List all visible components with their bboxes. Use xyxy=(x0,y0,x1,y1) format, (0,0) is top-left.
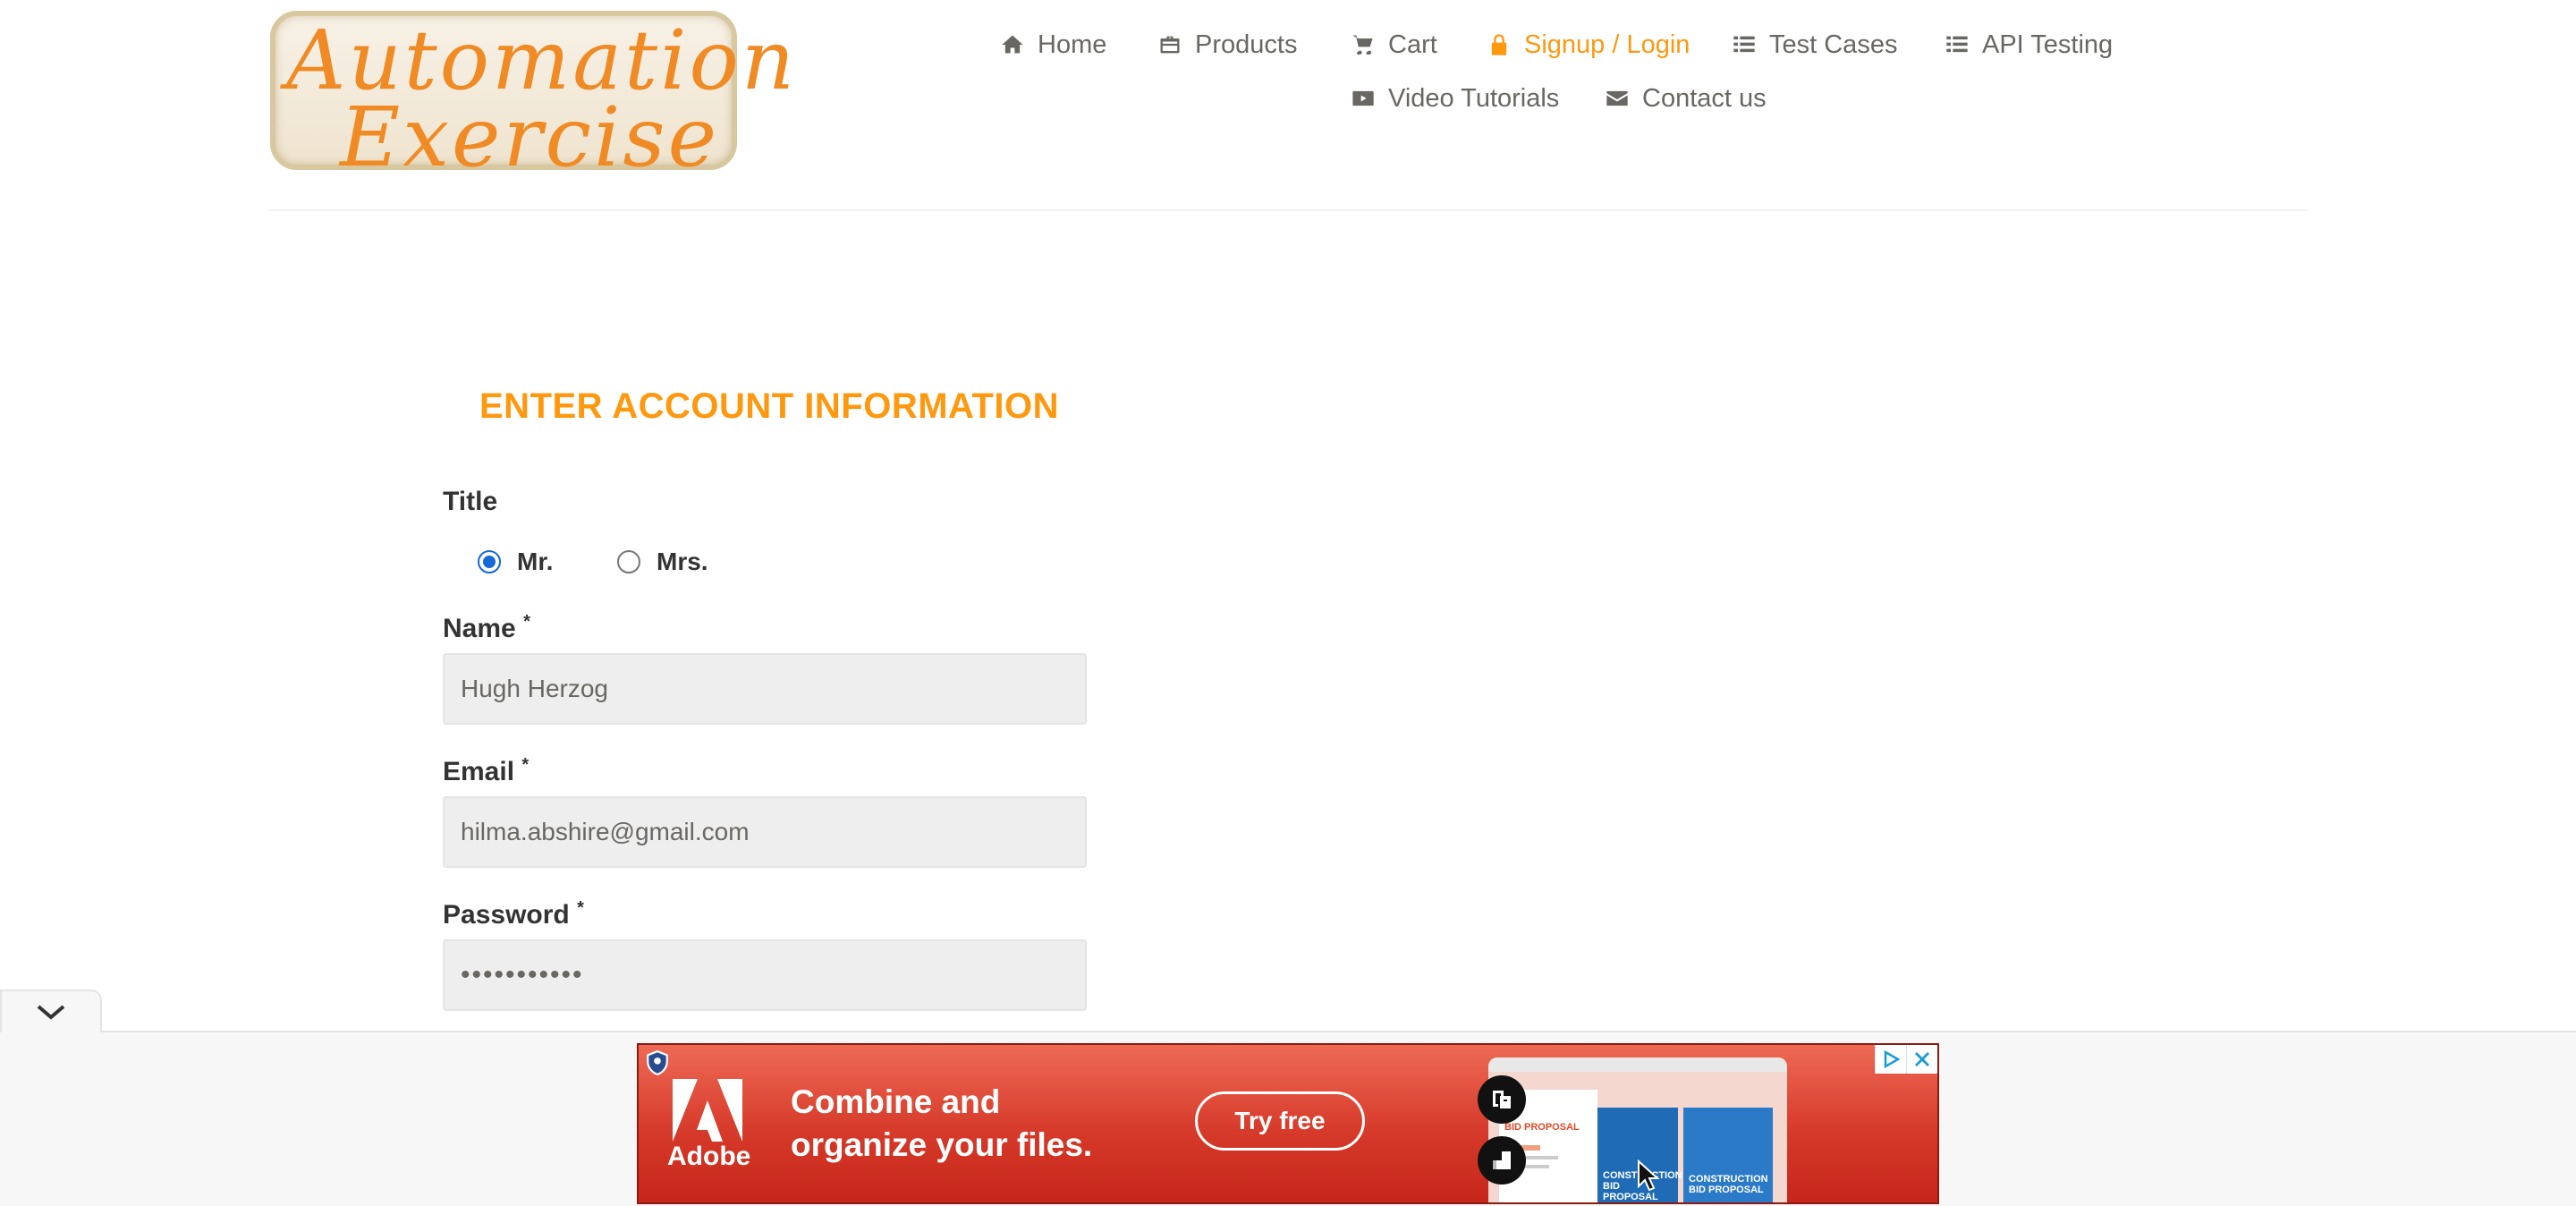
ad-headline: Combine and organize your files. xyxy=(791,1081,1092,1167)
nav-contact-label: Contact us xyxy=(1642,83,1767,113)
radio-mr[interactable]: Mr. xyxy=(478,548,553,576)
nav-products[interactable]: Products xyxy=(1157,27,1297,63)
radio-mr-label: Mr. xyxy=(517,548,554,575)
name-field[interactable] xyxy=(443,653,1087,725)
close-icon xyxy=(1915,1052,1929,1066)
nav-cart[interactable]: Cart xyxy=(1351,27,1437,63)
nav-video-tutorials[interactable]: Video Tutorials xyxy=(1351,81,1559,116)
adchoices-badge[interactable] xyxy=(1875,1045,1906,1074)
list-icon xyxy=(1733,36,1755,53)
adobe-ad-banner[interactable]: Adobe Combine and organize your files. T… xyxy=(637,1043,1939,1204)
site-logo[interactable]: Automation Exercise xyxy=(270,11,794,179)
adchoices-icon xyxy=(1884,1049,1901,1069)
required-mark: * xyxy=(523,612,530,632)
nav-test-cases[interactable]: Test Cases xyxy=(1732,27,1897,63)
logo-wordmark: Automation Exercise xyxy=(286,20,794,179)
products-icon xyxy=(1160,36,1180,54)
required-mark: * xyxy=(577,898,584,918)
home-icon xyxy=(1002,35,1023,54)
ad-brand: Adobe xyxy=(667,1142,751,1171)
try-free-button[interactable]: Try free xyxy=(1195,1091,1365,1151)
close-ad-button[interactable] xyxy=(1906,1045,1937,1074)
password-field[interactable] xyxy=(443,939,1087,1011)
mouse-cursor-icon xyxy=(1638,1159,1660,1192)
name-label-text: Name xyxy=(443,614,516,643)
chevron-down-icon xyxy=(37,1005,65,1020)
nav-api-testing-label: API Testing xyxy=(1982,30,2114,59)
name-label: Name * xyxy=(443,612,530,644)
preview-page-3: CONSTRUCTION BID PROPOSAL xyxy=(1683,1108,1773,1202)
password-label-text: Password xyxy=(443,900,570,930)
lock-icon xyxy=(1491,34,1507,55)
radio-mrs[interactable]: Mrs. xyxy=(617,548,708,576)
radio-mrs-label: Mrs. xyxy=(657,548,708,575)
nav-contact-us[interactable]: Contact us xyxy=(1605,81,1767,116)
youtube-icon xyxy=(1352,90,1374,106)
nav-home-label: Home xyxy=(1038,30,1107,59)
cart-icon xyxy=(1352,35,1373,55)
form-title: ENTER ACCOUNT INFORMATION xyxy=(479,386,1060,426)
email-field[interactable] xyxy=(443,796,1087,868)
nav-products-label: Products xyxy=(1195,30,1298,59)
ad-option-button-1[interactable] xyxy=(1478,1075,1526,1124)
shield-icon xyxy=(647,1050,668,1075)
email-label: Email * xyxy=(443,755,529,787)
preview-label-3: CONSTRUCTION BID PROPOSAL xyxy=(1689,1174,1768,1195)
password-label: Password * xyxy=(443,898,584,930)
preview-label-1: BID PROPOSAL xyxy=(1504,1122,1580,1133)
radio-mrs-control[interactable] xyxy=(617,550,640,573)
nav-home[interactable]: Home xyxy=(1000,27,1106,63)
nav-signup-label: Signup / Login xyxy=(1524,30,1690,59)
nav-api-testing[interactable]: API Testing xyxy=(1945,27,2113,63)
envelope-icon xyxy=(1606,90,1628,106)
ad-headline-line1: Combine and xyxy=(791,1083,1001,1120)
merge-files-icon xyxy=(1493,1091,1511,1108)
collapse-ad-tab[interactable] xyxy=(0,989,102,1032)
email-label-text: Email xyxy=(443,757,515,786)
ad-headline-line2: organize your files. xyxy=(791,1126,1093,1163)
ad-badges xyxy=(1875,1045,1937,1074)
nav-test-cases-label: Test Cases xyxy=(1769,30,1898,59)
logo-line2: Exercise xyxy=(340,89,720,185)
list-icon xyxy=(1946,36,1968,53)
nav-cart-label: Cart xyxy=(1388,30,1437,59)
nav-video-label: Video Tutorials xyxy=(1388,83,1560,113)
organize-files-icon xyxy=(1493,1151,1511,1169)
header-divider xyxy=(268,209,2308,211)
ad-option-button-2[interactable] xyxy=(1478,1136,1526,1185)
preview-browser-bar xyxy=(1488,1057,1787,1072)
adobe-logo-icon xyxy=(673,1079,742,1142)
required-mark: * xyxy=(521,755,530,775)
title-label: Title xyxy=(443,487,498,516)
radio-mr-control[interactable] xyxy=(478,550,501,573)
nav-signup-login[interactable]: Signup / Login xyxy=(1487,27,1690,63)
